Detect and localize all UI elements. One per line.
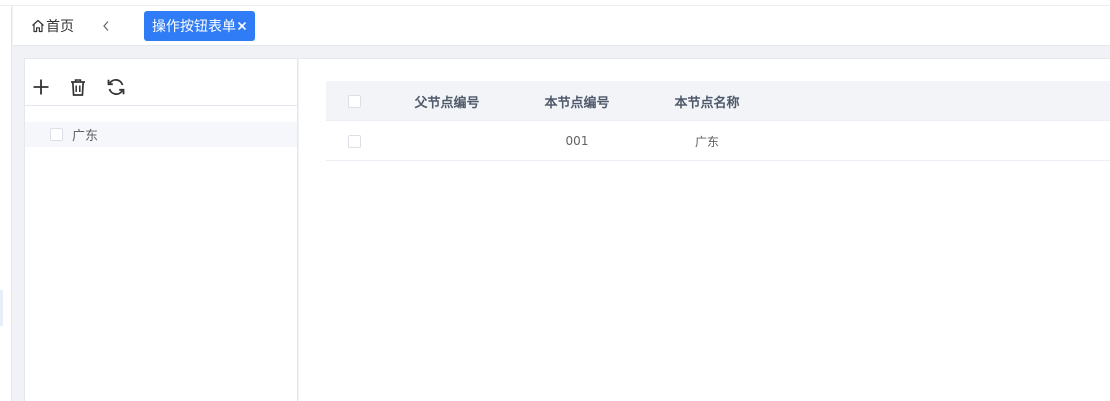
cell-node-name: 广东 — [694, 134, 719, 149]
main-content: 父节点编号 本节点编号 本节点名称 001 广东 — [299, 58, 1110, 401]
tree-node[interactable]: 广东 — [25, 122, 297, 147]
select-all-checkbox[interactable] — [347, 94, 361, 108]
header-checkbox-cell — [326, 81, 382, 121]
close-icon[interactable] — [237, 21, 247, 31]
tree-node-checkbox[interactable] — [50, 128, 63, 141]
data-table: 父节点编号 本节点编号 本节点名称 001 广东 — [326, 81, 1110, 161]
tree-node-label: 广东 — [72, 129, 99, 144]
column-header-node-name[interactable]: 本节点名称 — [642, 81, 772, 121]
tree-toolbar — [25, 59, 297, 106]
refresh-tree-button[interactable] — [105, 76, 127, 98]
app-page: 首页 操作按钮表单 广东 父节点编号 本节点编号 本节点名称 001 广东 — [0, 0, 1110, 401]
tab-operation-button-form[interactable]: 操作按钮表单 — [144, 11, 255, 41]
tab-bar: 首页 操作按钮表单 — [0, 0, 1110, 46]
add-node-button[interactable] — [30, 76, 52, 98]
top-header-strip — [0, 0, 1110, 6]
table-header: 父节点编号 本节点编号 本节点名称 — [326, 81, 1110, 121]
side-menu-collapse-handle[interactable] — [0, 290, 3, 326]
tab-operation-button-form-label: 操作按钮表单 — [152, 19, 236, 35]
column-header-node-code[interactable]: 本节点编号 — [512, 81, 642, 121]
side-menu-strip — [0, 0, 12, 401]
cell-parent-code — [382, 121, 512, 161]
home-icon — [32, 19, 44, 33]
table-row[interactable]: 001 广东 — [326, 121, 1110, 161]
tab-home-label: 首页 — [46, 19, 74, 35]
tab-home[interactable]: 首页 — [31, 16, 74, 36]
refresh-icon — [107, 79, 125, 95]
tree-panel: 广东 — [24, 58, 298, 401]
trash-icon — [71, 78, 85, 96]
row-checkbox-cell — [326, 121, 382, 161]
column-header-parent-code[interactable]: 父节点编号 — [382, 81, 512, 121]
plus-icon — [33, 79, 49, 95]
cell-node-code: 001 — [565, 134, 589, 148]
row-checkbox[interactable] — [347, 134, 361, 148]
tab-scroll-left-button[interactable] — [99, 16, 113, 36]
delete-node-button[interactable] — [67, 76, 89, 98]
chevron-left-icon — [103, 21, 109, 31]
